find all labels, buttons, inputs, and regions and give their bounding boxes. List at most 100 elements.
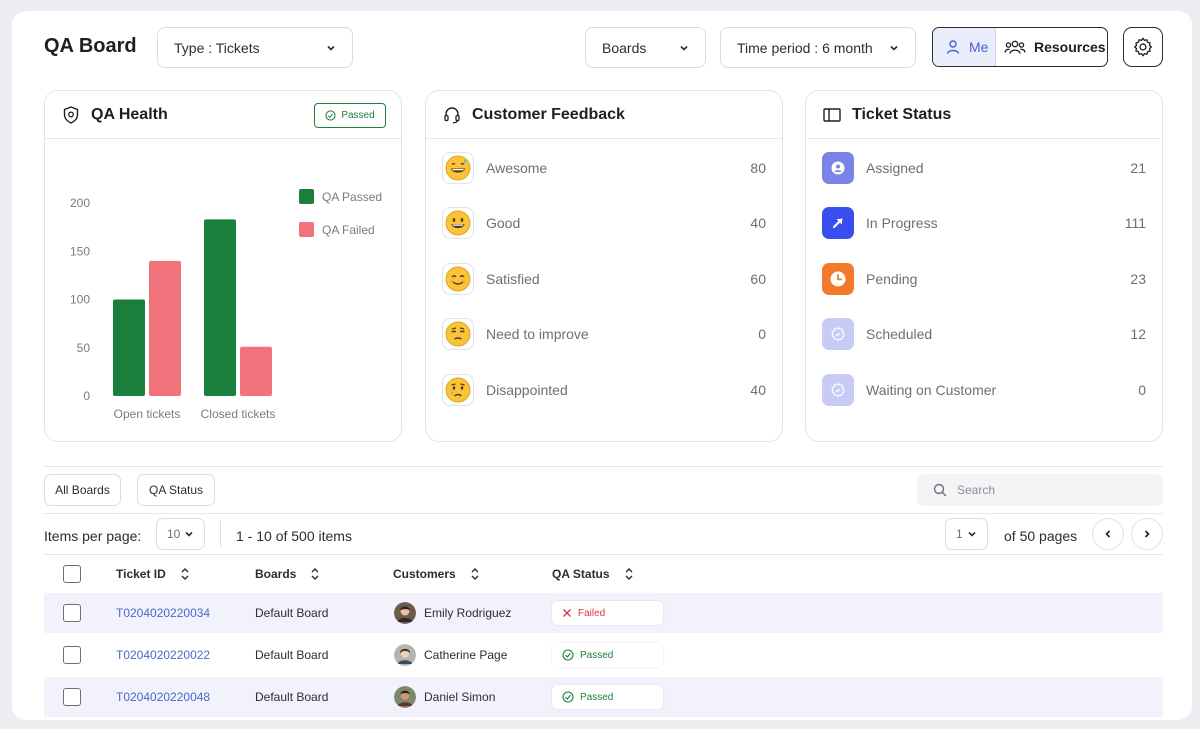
- status-label: Scheduled: [866, 326, 933, 342]
- table-top-divider: [44, 554, 1163, 555]
- customer-cell: Catherine Page: [394, 635, 507, 675]
- bar-qa-failed: [149, 260, 181, 396]
- column-qa-status[interactable]: QA Status: [552, 567, 634, 581]
- user-icon: [946, 40, 960, 54]
- x-icon: [563, 609, 571, 617]
- status-label: Waiting on Customer: [866, 382, 997, 398]
- ticket-status-card: Ticket Status Assigned 21 In Progress 11…: [805, 90, 1163, 442]
- toggle-resources[interactable]: Resources: [996, 28, 1106, 66]
- type-select[interactable]: Type : Tickets: [157, 27, 353, 68]
- feedback-count: 40: [750, 382, 766, 398]
- ticket-id-link[interactable]: T0204020220048: [116, 677, 210, 717]
- bar-qa-passed: [113, 299, 145, 396]
- customer-cell: Daniel Simon: [394, 677, 495, 717]
- column-ticket-id-label: Ticket ID: [116, 567, 166, 581]
- feedback-item-satisfied: Satisfied 60: [442, 261, 766, 297]
- check-circle-icon: [562, 691, 574, 703]
- crying-face-icon: [445, 377, 471, 403]
- customer-name: Catherine Page: [424, 648, 508, 662]
- status-item-in-progress: In Progress 111: [822, 205, 1146, 241]
- sort-icon: [311, 568, 319, 580]
- customer-feedback-title: Customer Feedback: [472, 105, 625, 123]
- y-tick-label: 50: [77, 341, 91, 355]
- x-tick-label: Open tickets: [114, 407, 181, 421]
- status-count: 111: [1124, 215, 1146, 231]
- column-customers[interactable]: Customers: [393, 567, 480, 581]
- qa-status-filter[interactable]: QA Status: [137, 474, 215, 506]
- table-row[interactable]: T0204020220048 Default Board Daniel Simo…: [44, 677, 1163, 717]
- customer-name: Emily Rodriguez: [424, 606, 512, 620]
- select-all-checkbox[interactable]: [63, 565, 81, 583]
- status-count: 21: [1130, 160, 1146, 176]
- chevron-down-icon: [327, 45, 335, 51]
- row-checkbox[interactable]: [63, 688, 81, 706]
- pager-separator: [220, 521, 221, 547]
- y-tick-label: 150: [70, 244, 90, 258]
- toggle-me[interactable]: Me: [933, 28, 996, 66]
- badge-check-icon: [822, 374, 854, 406]
- row-checkbox[interactable]: [63, 604, 81, 622]
- all-boards-filter[interactable]: All Boards: [44, 474, 121, 506]
- search-input[interactable]: [957, 483, 1157, 497]
- items-per-page-label: Items per page:: [44, 528, 142, 544]
- y-tick-label: 0: [83, 389, 90, 403]
- chevron-down-icon: [968, 531, 976, 537]
- type-select-value: Type : Tickets: [174, 39, 260, 56]
- settings-button[interactable]: [1123, 27, 1163, 67]
- column-customers-label: Customers: [393, 567, 456, 581]
- feedback-label: Disappointed: [486, 382, 568, 398]
- avatar: [394, 644, 416, 666]
- table-row[interactable]: T0204020220022 Default Board Catherine P…: [44, 635, 1163, 675]
- feedback-item-good: Good 40: [442, 205, 766, 241]
- sort-icon: [181, 568, 189, 580]
- feedback-item-need-to-improve: Need to improve 0: [442, 316, 766, 352]
- x-tick-label: Closed tickets: [201, 407, 276, 421]
- items-range: 1 - 10 of 500 items: [236, 528, 352, 544]
- status-text: Passed: [580, 649, 614, 661]
- feedback-count: 0: [758, 326, 766, 342]
- feedback-count: 80: [750, 160, 766, 176]
- row-checkbox[interactable]: [63, 646, 81, 664]
- qa-status-cell: Passed: [552, 677, 663, 717]
- table-row[interactable]: T0204020220034 Default Board Emily Rodri…: [44, 593, 1163, 633]
- board-cell: Default Board: [255, 606, 329, 620]
- book-open-icon: [823, 107, 841, 122]
- grinning-face-icon: [445, 210, 471, 236]
- time-period-select[interactable]: Time period : 6 month: [720, 27, 916, 68]
- status-badge: Failed: [552, 601, 663, 625]
- column-ticket-id[interactable]: Ticket ID: [116, 567, 190, 581]
- status-item-waiting-on-customer: Waiting on Customer 0: [822, 372, 1146, 408]
- unamused-face-icon: [445, 321, 471, 347]
- ticket-status-header: Ticket Status: [806, 91, 1162, 139]
- time-period-value: Time period : 6 month: [737, 39, 873, 56]
- smiling-face-icon: [445, 266, 471, 292]
- legend-label: QA Failed: [322, 223, 375, 237]
- feedback-item-disappointed: Disappointed 40: [442, 372, 766, 408]
- legend-swatch: [299, 222, 314, 237]
- ticket-id-link[interactable]: T0204020220022: [116, 635, 210, 675]
- page-select[interactable]: 1: [945, 518, 988, 550]
- toolbar-divider: [44, 513, 1163, 514]
- feedback-label: Need to improve: [486, 326, 589, 342]
- qa-health-title: QA Health: [91, 105, 168, 123]
- chevron-down-icon: [890, 45, 898, 51]
- check-circle-icon: [325, 110, 336, 121]
- emoji-frame: [442, 318, 474, 350]
- badge-check-icon: [822, 318, 854, 350]
- next-page-button[interactable]: [1131, 518, 1163, 550]
- passed-badge-label: Passed: [341, 110, 375, 121]
- column-boards[interactable]: Boards: [255, 567, 320, 581]
- legend-swatch: [299, 189, 314, 204]
- check-circle-icon: [562, 649, 574, 661]
- qa-status-cell: Passed: [552, 635, 663, 675]
- items-per-page-select[interactable]: 10: [156, 518, 205, 550]
- column-boards-label: Boards: [255, 567, 297, 581]
- column-qa-status-label: QA Status: [552, 567, 610, 581]
- chevron-right-icon: [1144, 530, 1150, 538]
- prev-page-button[interactable]: [1092, 518, 1124, 550]
- boards-select[interactable]: Boards: [585, 27, 706, 68]
- status-badge: Passed: [552, 643, 663, 667]
- ticket-id-link[interactable]: T0204020220034: [116, 593, 210, 633]
- feedback-count: 40: [750, 215, 766, 231]
- qa-health-chart: 0 50 100 150 200 Open tickets Closed tickets QA…: [70, 189, 382, 421]
